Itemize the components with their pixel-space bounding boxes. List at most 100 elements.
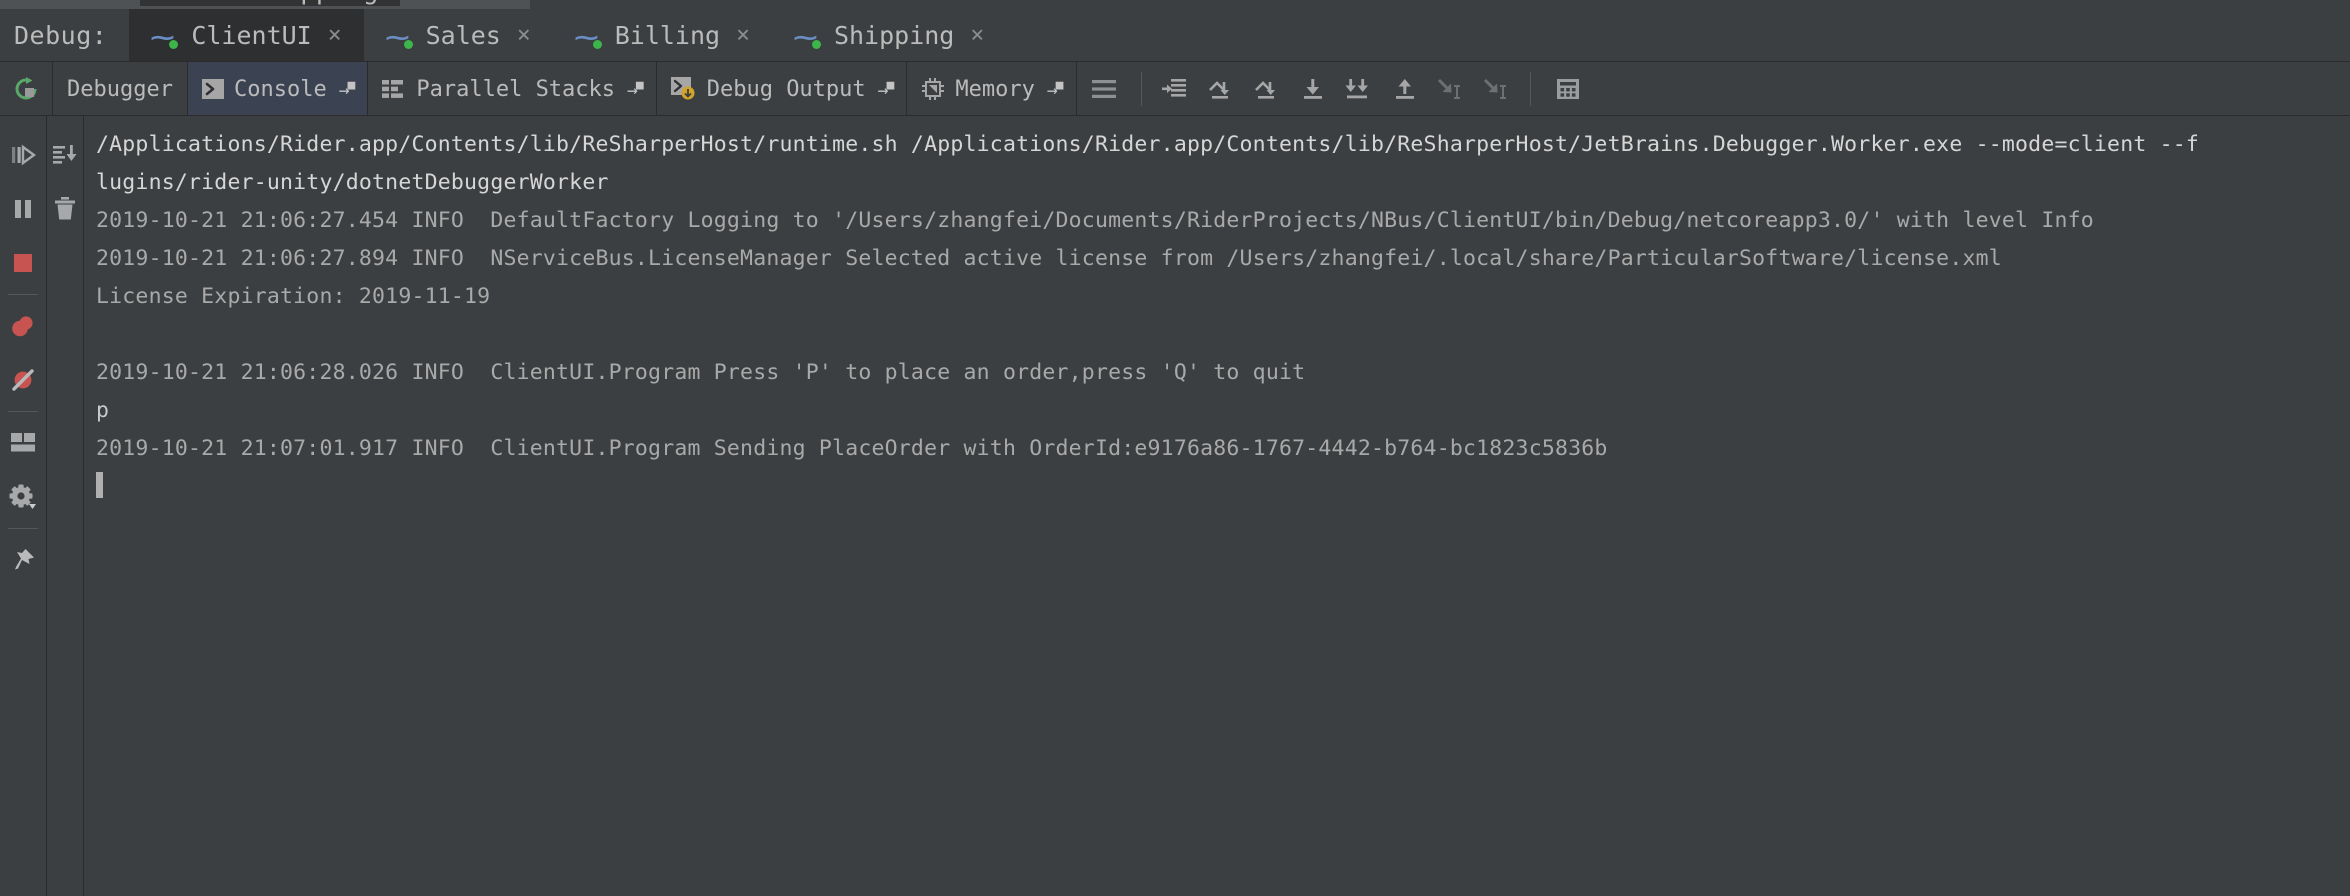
console-input-echo: p [96,398,110,423]
stacks-icon [382,79,406,99]
nservicebus-icon: ⁓ [574,21,603,51]
chevron-down-icon: ▾ [150,0,161,1]
console-line: /Applications/Rider.app/Contents/lib/ReS… [96,132,2200,157]
memory-icon [921,77,945,101]
console-line: 2019-10-21 21:06:28.026 INFO ClientUI.Pr… [96,360,1306,385]
tab-console[interactable]: Console →■ [187,62,369,116]
step-out-icon [1206,76,1236,102]
close-icon[interactable]: × [736,22,750,48]
console-line: 2019-10-21 21:06:27.454 INFO DefaultFact… [96,208,2094,233]
debug-out-icon [670,77,697,101]
restore-layout-button[interactable] [0,416,46,470]
mute-breakpoints-button[interactable] [0,353,46,407]
session-tab-shipping[interactable]: ⁓ Shipping × [771,9,1007,61]
step-over-button[interactable] [1152,62,1198,116]
close-icon[interactable]: × [328,22,342,48]
debug-body: /Applications/Rider.app/Contents/lib/ReS… [0,116,2350,896]
force-run-to-cursor-icon [1481,76,1513,102]
force-step-into-icon [1342,76,1376,102]
force-step-over-icon [1252,76,1282,102]
tab-parallel-stacks[interactable]: Parallel Stacks →■ [368,62,657,116]
close-icon[interactable]: × [970,22,984,48]
debug-tool-window: ▾ ⁓• Shipping Debug: ⁓ ClientUI × ⁓ Sale… [0,0,2350,896]
rerun-button[interactable] [0,62,53,116]
close-icon[interactable]: × [517,22,531,48]
partial-tab-row-above: ▾ ⁓• Shipping [0,0,2350,9]
tab-debug-output[interactable]: Debug Output →■ [657,62,908,116]
run-to-cursor-button[interactable] [1428,62,1474,116]
evaluate-expression-icon [1554,76,1582,102]
session-tab-clientui[interactable]: ⁓ ClientUI × [129,9,364,61]
session-tab-billing[interactable]: ⁓ Billing × [552,9,772,61]
tab-memory-label: Memory [955,76,1035,102]
session-tab-label: Billing [614,20,721,50]
toolbar-divider-2 [1529,72,1531,106]
console-line: 2019-10-21 21:06:27.894 INFO NServiceBus… [96,246,2002,271]
session-tab-label: Shipping [833,20,955,50]
layout-icon [10,432,36,454]
step-into-icon [1299,76,1327,102]
view-breakpoints-button[interactable] [0,299,46,353]
settings-button[interactable] [0,470,46,524]
force-run-to-cursor-button[interactable] [1474,62,1520,116]
sidebar-divider-3 [8,528,38,529]
nservicebus-icon: ⁓ [793,21,822,51]
debug-label: Debug: [0,9,130,61]
mute-breakpoints-icon [10,367,36,393]
toolbar-divider [1140,72,1142,106]
gear-icon [9,484,37,510]
show-frames-icon [1089,76,1119,102]
partial-tab-label: ⁓• Shipping [196,0,379,6]
debug-toolbar-row: Debugger Console →■ Parallel Stacks →■ D… [0,62,2350,116]
tab-memory[interactable]: Memory →■ [907,62,1077,116]
force-step-into-button[interactable] [1336,62,1382,116]
step-into-button[interactable] [1290,62,1336,116]
rerun-icon [13,76,39,102]
session-tab-label: Sales [425,20,501,50]
tab-debugger-label: Debugger [67,76,173,102]
force-step-over-button[interactable] [1244,62,1290,116]
stop-program-button[interactable] [0,236,46,290]
evaluate-expression-button[interactable] [1541,62,1595,116]
step-out-up-button[interactable] [1382,62,1428,116]
tab-debug-output-label: Debug Output [706,76,866,102]
console-caret-line[interactable] [96,468,2350,506]
console-icon [201,79,224,99]
detach-icon[interactable]: →■ [627,78,644,101]
tab-parallel-stacks-label: Parallel Stacks [416,76,616,102]
debug-side-toolbar [0,116,47,896]
scroll-to-end-button[interactable] [47,128,83,182]
nservicebus-icon: ⁓ [385,21,414,51]
detach-icon[interactable]: →■ [339,78,356,101]
debug-session-tabbar: Debug: ⁓ ClientUI × ⁓ Sales × ⁓ Billing … [0,9,2350,62]
detach-icon[interactable]: →■ [878,78,895,101]
sidebar-divider-2 [8,411,38,412]
pin-tab-button[interactable] [0,533,46,587]
step-over-icon [1161,76,1189,102]
show-frames-button[interactable] [1077,62,1131,116]
trash-icon [53,196,77,222]
pause-icon [11,197,35,221]
session-tab-label: ClientUI [191,20,312,50]
console-line: lugins/rider-unity/dotnetDebuggerWorker [96,170,609,195]
resume-program-button[interactable] [0,128,46,182]
nservicebus-icon: ⁓ [151,21,179,51]
step-out-up-icon [1391,76,1419,102]
clear-all-button[interactable] [47,182,83,236]
console-output[interactable]: /Applications/Rider.app/Contents/lib/ReS… [84,116,2350,896]
scroll-to-end-icon [52,143,78,167]
console-line: 2019-10-21 21:07:01.917 INFO ClientUI.Pr… [96,436,1608,461]
step-out-button[interactable] [1198,62,1244,116]
sidebar-divider [8,294,38,295]
tab-debugger[interactable]: Debugger [53,62,188,116]
stop-icon [11,251,35,275]
run-to-cursor-icon [1435,76,1467,102]
console-side-toolbar [47,116,84,896]
pin-icon [10,547,36,573]
text-caret [96,472,103,498]
detach-icon[interactable]: →■ [1047,78,1064,101]
pause-program-button[interactable] [0,182,46,236]
console-line: License Expiration: 2019-11-19 [96,284,491,309]
session-tab-sales[interactable]: ⁓ Sales × [363,9,553,61]
breakpoints-icon [10,313,36,339]
